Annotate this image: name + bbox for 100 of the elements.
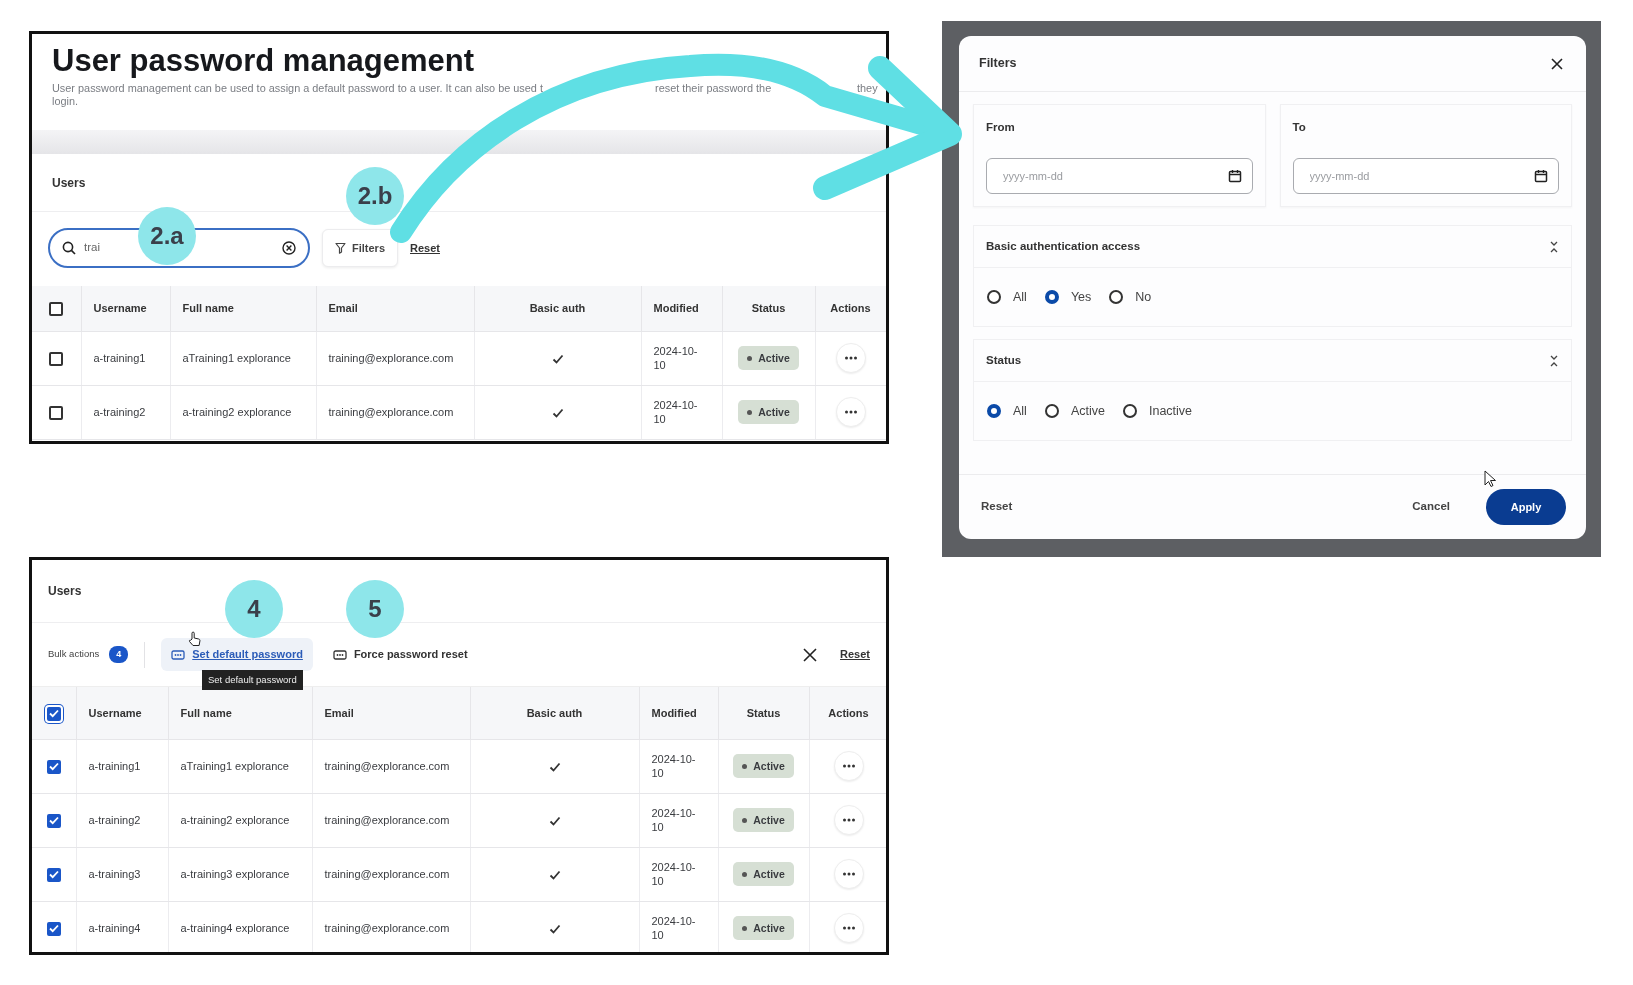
column-header: Status bbox=[722, 286, 815, 331]
tooltip: Set default password bbox=[202, 670, 303, 691]
column-header: Full name bbox=[170, 286, 316, 331]
table-cell: 2024-10-10 bbox=[639, 901, 718, 952]
status-badge: Active bbox=[733, 916, 794, 940]
column-header: Full name bbox=[168, 687, 312, 739]
description-text: reset their password the bbox=[655, 82, 772, 94]
section-title: Users bbox=[48, 583, 82, 600]
apply-button[interactable]: Apply bbox=[1486, 489, 1566, 525]
column-header: Actions bbox=[809, 687, 886, 739]
section-title: Basic authentication access bbox=[986, 239, 1141, 255]
table-cell: a-training4 explorance bbox=[168, 901, 312, 952]
more-icon bbox=[843, 410, 858, 414]
table-cell: training@explorance.com bbox=[312, 847, 470, 901]
table-cell: a-training3 explorance bbox=[168, 847, 312, 901]
table-cell: 2024-10-10 bbox=[641, 331, 722, 385]
checkbox[interactable] bbox=[46, 921, 61, 936]
more-icon bbox=[841, 764, 856, 768]
table-cell: 2024-10-10 bbox=[639, 739, 718, 793]
collapse-icon[interactable] bbox=[1549, 353, 1559, 368]
table-cell: a-training1 bbox=[76, 739, 168, 793]
status-badge: Active bbox=[738, 346, 799, 370]
table-cell: 2024-10-10 bbox=[639, 793, 718, 847]
checkbox[interactable] bbox=[46, 706, 61, 721]
reset-link[interactable]: Reset bbox=[840, 646, 870, 663]
checkbox[interactable] bbox=[49, 351, 64, 366]
column-header: Username bbox=[81, 286, 170, 331]
more-icon bbox=[841, 872, 856, 876]
status-badge: Active bbox=[733, 754, 794, 778]
calendar-icon[interactable] bbox=[1534, 169, 1548, 184]
radio-button[interactable] bbox=[1044, 290, 1059, 305]
calendar-icon[interactable] bbox=[1227, 169, 1242, 184]
status-badge: Active bbox=[733, 862, 794, 886]
date-input[interactable]: yyyy-mm-dd bbox=[1001, 167, 1228, 186]
radio-button[interactable] bbox=[1109, 290, 1124, 305]
page-title: User password management bbox=[51, 42, 475, 78]
checkbox[interactable] bbox=[46, 867, 61, 882]
clear-icon[interactable] bbox=[282, 241, 296, 255]
column-header: Status bbox=[718, 687, 809, 739]
checkbox[interactable] bbox=[49, 302, 64, 317]
column-header: Email bbox=[316, 286, 474, 331]
radio-button[interactable] bbox=[1044, 404, 1059, 419]
filter-icon bbox=[335, 242, 346, 254]
table-cell: a-training4 bbox=[76, 901, 168, 952]
checkbox[interactable] bbox=[46, 759, 61, 774]
callout-badge: 4 bbox=[225, 580, 283, 638]
checkbox[interactable] bbox=[49, 405, 64, 420]
dialog-title: Filters bbox=[979, 55, 1017, 73]
more-icon bbox=[841, 818, 856, 822]
reset-link[interactable]: Reset bbox=[410, 239, 440, 257]
date-input[interactable]: yyyy-mm-dd bbox=[1307, 167, 1534, 186]
table-cell: 2024-10-10 bbox=[639, 847, 718, 901]
column-header: Modified bbox=[639, 687, 718, 739]
checkbox[interactable] bbox=[46, 813, 61, 828]
table-cell: aTraining1 explorance bbox=[170, 331, 316, 385]
collapse-icon[interactable] bbox=[1549, 239, 1559, 254]
description-text: login. bbox=[52, 95, 79, 107]
radio-button[interactable] bbox=[987, 290, 1001, 305]
date-field[interactable]: yyyy-mm-dd bbox=[986, 158, 1253, 195]
table-cell: 2024-10-10 bbox=[641, 385, 722, 439]
filters-button[interactable]: Filters bbox=[322, 229, 398, 267]
hand-cursor-icon bbox=[188, 631, 201, 647]
radio-label[interactable]: All bbox=[1013, 401, 1027, 421]
close-icon[interactable] bbox=[802, 646, 819, 663]
table-cell: training@explorance.com bbox=[312, 739, 470, 793]
field-label: From bbox=[986, 120, 1016, 135]
field-label: To bbox=[1292, 120, 1307, 135]
radio-label[interactable]: Yes bbox=[1070, 287, 1092, 307]
table-cell: a-training1 bbox=[81, 331, 170, 385]
table-cell: a-training2 bbox=[76, 793, 168, 847]
date-field[interactable]: yyyy-mm-dd bbox=[1292, 158, 1559, 195]
status-badge: Active bbox=[738, 400, 799, 424]
section-title: Users bbox=[52, 174, 86, 192]
radio-label[interactable]: No bbox=[1135, 287, 1152, 307]
reset-button[interactable]: Reset bbox=[981, 498, 1013, 516]
column-header: Actions bbox=[815, 286, 886, 331]
callout-badge: 2.b bbox=[346, 167, 404, 225]
table-cell: a-training2 explorance bbox=[168, 793, 312, 847]
radio-label[interactable]: Inactive bbox=[1148, 401, 1193, 421]
table-cell: a-training3 bbox=[76, 847, 168, 901]
radio-button[interactable] bbox=[987, 404, 1001, 419]
status-badge: Active bbox=[733, 808, 794, 832]
callout-badge: 5 bbox=[346, 580, 404, 638]
bulk-actions-label: Bulk actions bbox=[48, 647, 100, 662]
radio-label[interactable]: All bbox=[1013, 287, 1027, 307]
bulk-action-button[interactable]: Set default password bbox=[161, 638, 313, 671]
table-cell: training@explorance.com bbox=[316, 331, 474, 385]
close-icon[interactable] bbox=[1550, 56, 1564, 71]
radio-label[interactable]: Active bbox=[1070, 401, 1105, 421]
column-header: Email bbox=[312, 687, 470, 739]
search-icon bbox=[62, 241, 76, 255]
table-cell: a-training2 explorance bbox=[170, 385, 316, 439]
cursor-icon bbox=[1484, 470, 1496, 488]
cancel-button[interactable]: Cancel bbox=[1412, 498, 1450, 516]
table-cell: training@explorance.com bbox=[312, 793, 470, 847]
password-icon bbox=[332, 649, 347, 660]
bulk-action-button[interactable]: Force password reset bbox=[322, 638, 478, 671]
radio-button[interactable] bbox=[1122, 404, 1137, 419]
callout-badge: 2.a bbox=[138, 207, 196, 265]
password-icon bbox=[171, 649, 186, 660]
